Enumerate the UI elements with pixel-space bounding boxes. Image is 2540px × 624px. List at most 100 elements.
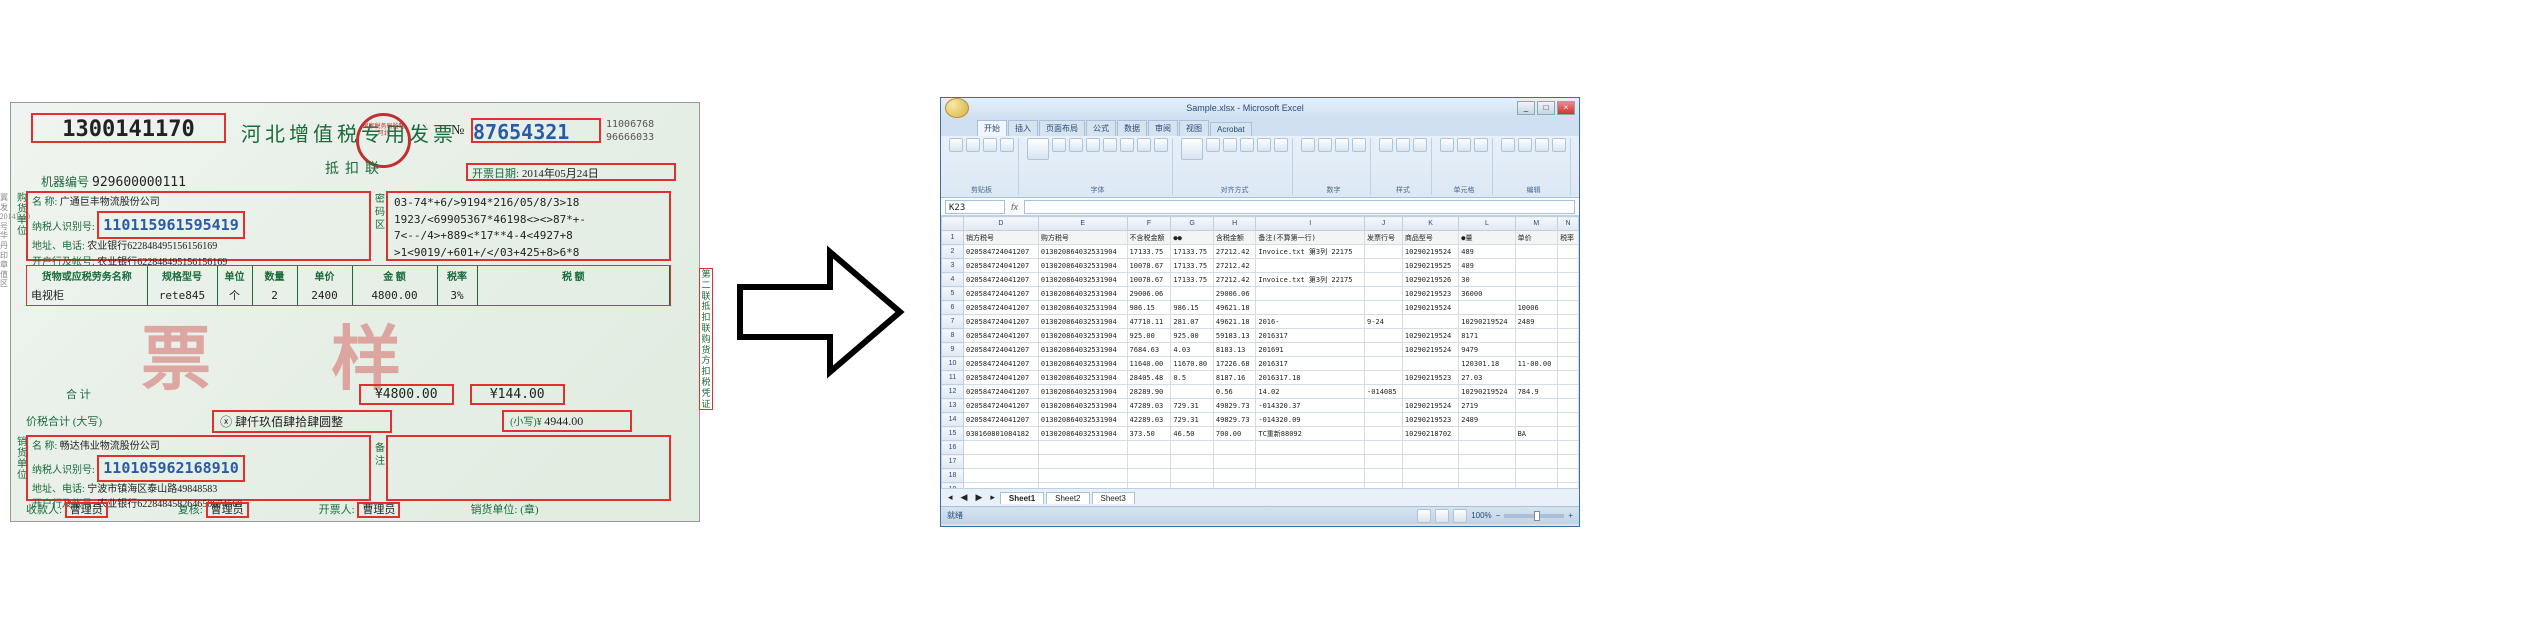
cell[interactable]: 9479 — [1459, 343, 1515, 357]
cell[interactable] — [1365, 273, 1403, 287]
cell[interactable] — [1558, 441, 1579, 455]
row-header[interactable]: 4 — [942, 273, 964, 287]
ribbon-tab[interactable]: 数据 — [1117, 120, 1147, 136]
cell[interactable] — [1256, 483, 1365, 489]
cell[interactable]: 020584724041207 — [964, 259, 1039, 273]
ribbon-button-icon[interactable] — [1440, 138, 1454, 152]
cell[interactable]: 10290219523 — [1402, 287, 1458, 301]
cell[interactable]: 10290219524 — [1402, 301, 1458, 315]
cell[interactable]: 10006 — [1515, 301, 1557, 315]
cell[interactable] — [1558, 483, 1579, 489]
ribbon-button-icon[interactable] — [1379, 138, 1393, 152]
cell[interactable]: 013020864032531904 — [1038, 357, 1127, 371]
sheet-nav-button[interactable]: ◂ — [945, 492, 956, 503]
cell[interactable] — [1402, 385, 1458, 399]
cell[interactable] — [1515, 455, 1557, 469]
ribbon-tab[interactable]: 视图 — [1179, 120, 1209, 136]
cell[interactable] — [1459, 301, 1515, 315]
cell[interactable] — [964, 469, 1039, 483]
row-header[interactable]: 8 — [942, 329, 964, 343]
cell[interactable] — [1558, 315, 1579, 329]
cell[interactable]: 013020864032531904 — [1038, 287, 1127, 301]
column-header[interactable]: D — [964, 217, 1039, 231]
cell[interactable]: 201691 — [1256, 343, 1365, 357]
ribbon-button-icon[interactable] — [1181, 138, 1203, 160]
cell[interactable] — [1558, 259, 1579, 273]
cell[interactable]: 49621.18 — [1213, 315, 1255, 329]
cell[interactable] — [1459, 455, 1515, 469]
ribbon-button-icon[interactable] — [1301, 138, 1315, 152]
cell[interactable] — [1256, 259, 1365, 273]
cell[interactable]: 商品型号 — [1402, 231, 1458, 245]
cell[interactable]: 不含税金额 — [1127, 231, 1171, 245]
cell[interactable] — [964, 441, 1039, 455]
cell[interactable]: 10290219524 — [1402, 343, 1458, 357]
fx-icon[interactable]: fx — [1011, 202, 1018, 212]
cell[interactable] — [964, 455, 1039, 469]
cell[interactable] — [1171, 455, 1213, 469]
row-header[interactable]: 17 — [942, 455, 964, 469]
cell[interactable]: 10290219524 — [1402, 329, 1458, 343]
titlebar[interactable]: Sample.xlsx - Microsoft Excel _ □ × — [941, 98, 1579, 118]
cell[interactable] — [1256, 301, 1365, 315]
cell[interactable]: 729.31 — [1171, 399, 1213, 413]
cell[interactable]: 42289.03 — [1127, 413, 1171, 427]
ribbon-button-icon[interactable] — [1206, 138, 1220, 152]
cell[interactable] — [1365, 441, 1403, 455]
minimize-button[interactable]: _ — [1517, 101, 1535, 115]
cell[interactable]: ●● — [1171, 231, 1213, 245]
ribbon-button-icon[interactable] — [1137, 138, 1151, 152]
cell[interactable]: 2016- — [1256, 315, 1365, 329]
cell[interactable] — [1515, 245, 1557, 259]
ribbon-tab[interactable]: 开始 — [977, 120, 1007, 136]
cell[interactable]: 020584724041207 — [964, 329, 1039, 343]
cell[interactable]: 030160801084182 — [964, 427, 1039, 441]
worksheet[interactable]: DEFGHIJKLMN1销方税号购方税号不含税金额●●含税金额备注(不算第一行)… — [941, 216, 1579, 488]
cell[interactable]: 47289.03 — [1127, 399, 1171, 413]
name-box[interactable]: K23 — [945, 200, 1005, 214]
zoom-in-button[interactable]: + — [1568, 511, 1573, 520]
cell[interactable]: 17226.68 — [1213, 357, 1255, 371]
cell[interactable] — [1515, 273, 1557, 287]
cell[interactable]: 10290219526 — [1402, 273, 1458, 287]
column-header[interactable]: N — [1558, 217, 1579, 231]
sheet-nav-button[interactable]: ▸ — [987, 492, 998, 503]
cell[interactable] — [1459, 427, 1515, 441]
cell[interactable]: 10290219524 — [1459, 385, 1515, 399]
cell[interactable]: 10290218702 — [1402, 427, 1458, 441]
cell[interactable]: 925.00 — [1127, 329, 1171, 343]
cell[interactable]: 020584724041207 — [964, 301, 1039, 315]
cell[interactable]: 10290219524 — [1459, 315, 1515, 329]
cell[interactable] — [1365, 329, 1403, 343]
cell[interactable]: 9-24 — [1365, 315, 1403, 329]
cell[interactable] — [1515, 399, 1557, 413]
cell[interactable] — [1558, 301, 1579, 315]
cell[interactable] — [1256, 469, 1365, 483]
cell[interactable]: 11640.00 — [1127, 357, 1171, 371]
cell[interactable]: 013020864032531904 — [1038, 371, 1127, 385]
cell[interactable] — [1558, 455, 1579, 469]
cell[interactable]: 020584724041207 — [964, 273, 1039, 287]
office-button-icon[interactable] — [945, 98, 969, 118]
cell[interactable] — [1558, 427, 1579, 441]
cell[interactable]: 013020864032531904 — [1038, 245, 1127, 259]
ribbon-tab[interactable]: 插入 — [1008, 120, 1038, 136]
cell[interactable]: 0.5 — [1171, 371, 1213, 385]
formula-input[interactable] — [1024, 200, 1575, 214]
cell[interactable] — [1515, 469, 1557, 483]
ribbon-button-icon[interactable] — [1518, 138, 1532, 152]
cell[interactable] — [1365, 259, 1403, 273]
cell[interactable]: 729.31 — [1171, 413, 1213, 427]
cell[interactable]: 46.50 — [1171, 427, 1213, 441]
cell[interactable]: 120301.18 — [1459, 357, 1515, 371]
column-header[interactable]: H — [1213, 217, 1255, 231]
cell[interactable]: 49621.18 — [1213, 301, 1255, 315]
cell[interactable]: 49829.73 — [1213, 399, 1255, 413]
cell[interactable] — [1402, 357, 1458, 371]
maximize-button[interactable]: □ — [1537, 101, 1555, 115]
cell[interactable]: -014085 — [1365, 385, 1403, 399]
cell[interactable]: 10290219524 — [1402, 399, 1458, 413]
cell[interactable] — [1365, 455, 1403, 469]
ribbon-button-icon[interactable] — [1335, 138, 1349, 152]
cell[interactable]: 281.07 — [1171, 315, 1213, 329]
